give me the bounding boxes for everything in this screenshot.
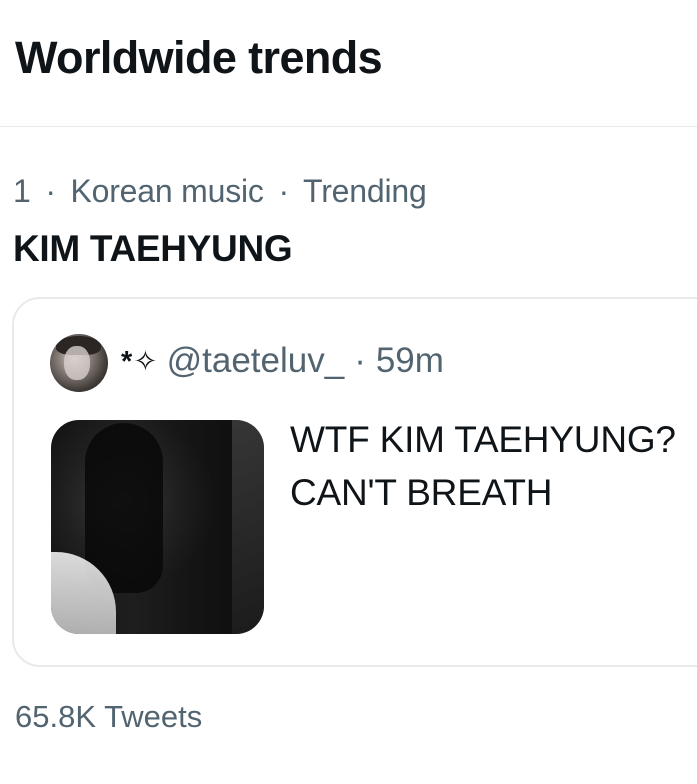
trend-category: Korean music: [70, 173, 264, 209]
avatar[interactable]: [50, 334, 108, 392]
author-handle[interactable]: @taeteluv_: [167, 341, 345, 381]
tweet-count: 65.8K Tweets: [15, 699, 203, 734]
media-strip: [232, 420, 264, 634]
tweet-media[interactable]: [51, 420, 264, 634]
avatar-face-shape: [64, 346, 90, 380]
author-name[interactable]: *✧: [121, 344, 159, 379]
featured-tweet-card[interactable]: *✧ @taeteluv_ · 59m WTF KIM TAEHYUNG? CA…: [12, 297, 697, 667]
meta-separator: ·: [45, 173, 56, 209]
tweet-time[interactable]: 59m: [376, 341, 444, 381]
trend-status: Trending: [303, 173, 427, 209]
header-divider: [0, 126, 697, 127]
trend-title[interactable]: KIM TAEHYUNG: [13, 228, 293, 270]
trend-rank: 1: [13, 173, 31, 209]
trend-meta: 1 · Korean music · Trending: [13, 173, 427, 210]
page-title: Worldwide trends: [15, 32, 383, 83]
tweet-text: WTF KIM TAEHYUNG? CAN'T BREATH: [290, 419, 676, 513]
tweet-author-line: *✧ @taeteluv_ · 59m: [121, 341, 444, 381]
trends-page: Worldwide trends 1 · Korean music · Tren…: [0, 0, 697, 784]
time-separator: ·: [354, 341, 366, 380]
meta-separator: ·: [278, 173, 289, 209]
